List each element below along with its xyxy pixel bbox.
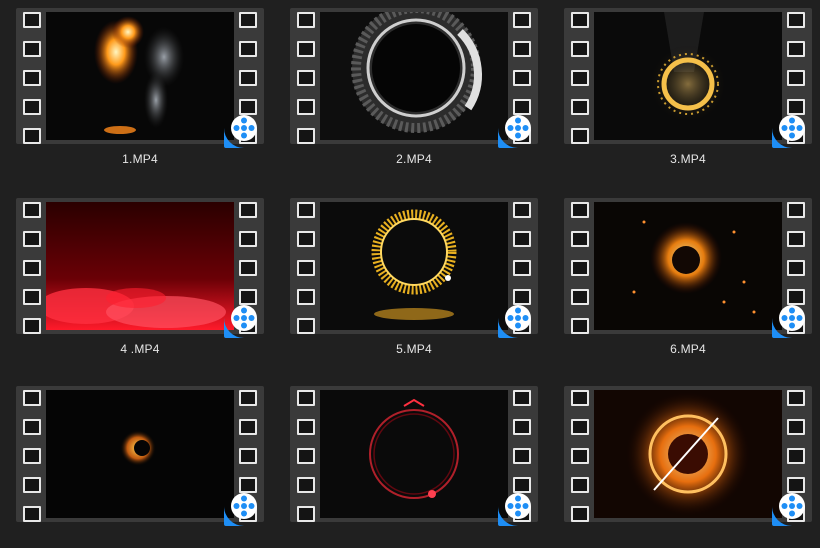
video-file-item[interactable]: 5.MP4 [274,190,538,360]
file-name-label: 4 .MP4 [120,342,160,356]
file-name-label: 3.MP4 [670,152,706,166]
video-file-item[interactable]: 3.MP4 [548,0,812,170]
video-thumbnail [320,12,508,140]
video-thumbnail [594,12,782,140]
video-file-item[interactable] [548,378,812,548]
video-thumbnail [320,390,508,518]
video-player-app-icon [770,296,814,340]
video-thumbnail [46,12,234,140]
video-file-item[interactable]: 2.MP4 [274,0,538,170]
video-file-item[interactable]: 6.MP4 [548,190,812,360]
video-file-item[interactable]: 4 .MP4 [0,190,264,360]
video-player-app-icon [496,106,540,150]
video-thumbnail [46,202,234,330]
file-name-label: 5.MP4 [396,342,432,356]
video-player-app-icon [222,296,266,340]
video-player-app-icon [222,106,266,150]
file-name-label: 6.MP4 [670,342,706,356]
file-name-label: 2.MP4 [396,152,432,166]
video-player-app-icon [222,484,266,528]
video-player-app-icon [496,484,540,528]
video-thumbnail [594,390,782,518]
video-player-app-icon [770,106,814,150]
video-thumbnail [320,202,508,330]
video-file-item[interactable] [0,378,264,548]
video-player-app-icon [770,484,814,528]
video-thumbnail [46,390,234,518]
file-name-label: 1.MP4 [122,152,158,166]
video-file-item[interactable]: 1.MP4 [0,0,264,170]
video-file-item[interactable] [274,378,538,548]
video-thumbnail [594,202,782,330]
video-player-app-icon [496,296,540,340]
